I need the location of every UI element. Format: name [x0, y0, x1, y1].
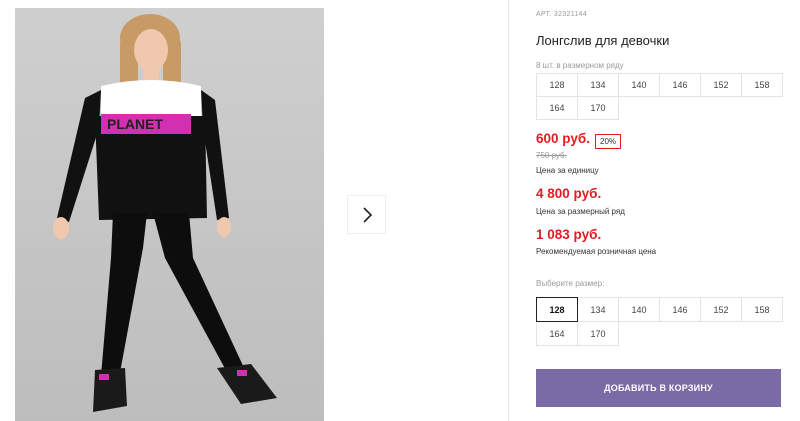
size-selector: 128 134 140 146 152 158 164 170 [536, 297, 783, 346]
choose-size-label: Выберите размер: [536, 279, 605, 288]
size-row-cell: 134 [577, 73, 619, 97]
chevron-right-icon [362, 206, 372, 223]
article-value: 32321144 [553, 11, 587, 18]
size-row-cell: 146 [659, 73, 701, 97]
size-row-cell: 164 [536, 96, 578, 120]
unit-price: 600 руб. [536, 131, 590, 146]
discount-badge: 20% [595, 134, 622, 149]
gallery-next-button[interactable] [348, 196, 385, 233]
size-option-170[interactable]: 170 [577, 321, 619, 346]
size-option-158[interactable]: 158 [741, 297, 783, 322]
size-option-152[interactable]: 152 [700, 297, 742, 322]
size-row-grid: 128 134 140 146 152 158 164 170 [536, 73, 783, 120]
size-row-cell: 152 [700, 73, 742, 97]
article-label: АРТ. [536, 11, 552, 18]
row-price: 4 800 руб. [536, 186, 602, 201]
retail-price: 1 083 руб. [536, 227, 602, 242]
size-option-164[interactable]: 164 [536, 321, 578, 346]
product-gallery: PLANET [0, 0, 508, 421]
panel-divider [508, 0, 509, 421]
product-photo[interactable]: PLANET [15, 8, 324, 421]
size-option-140[interactable]: 140 [618, 297, 660, 322]
size-row-cell: 128 [536, 73, 578, 97]
shirt-print-text: PLANET [107, 116, 163, 132]
article-number: АРТ. 32321144 [536, 11, 587, 18]
unit-price-caption: Цена за единицу [536, 166, 599, 175]
size-row-cell: 170 [577, 96, 619, 120]
size-option-134[interactable]: 134 [577, 297, 619, 322]
size-option-146[interactable]: 146 [659, 297, 701, 322]
size-option-128[interactable]: 128 [536, 297, 578, 322]
size-row-cell: 140 [618, 73, 660, 97]
product-title: Лонгслив для девочки [536, 33, 670, 48]
size-row-cell: 158 [741, 73, 783, 97]
old-price: 750 руб. [536, 151, 567, 160]
size-row-note: 8 шт. в размерном ряду [536, 61, 624, 70]
retail-price-caption: Рекомендуемая розничная цена [536, 247, 657, 256]
row-price-caption: Цена за размерный ряд [536, 207, 625, 216]
girl-illustration: PLANET [53, 14, 277, 412]
add-to-cart-button[interactable]: ДОБАВИТЬ В КОРЗИНУ [536, 369, 781, 407]
